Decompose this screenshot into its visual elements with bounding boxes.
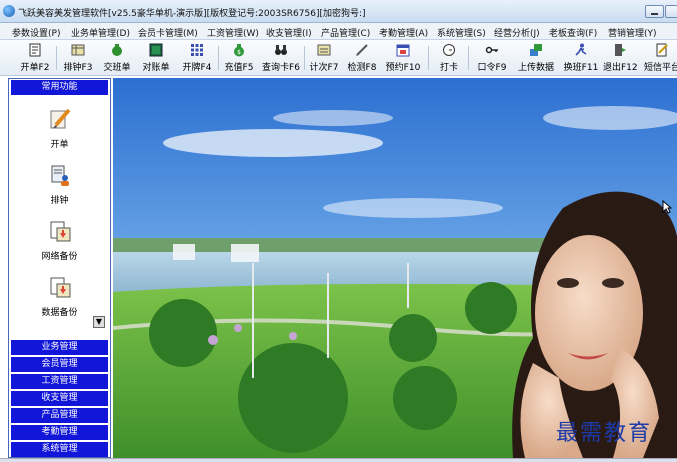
watermark-text: 最需教育 xyxy=(556,421,653,446)
count-icon xyxy=(317,44,331,56)
shift-report-button[interactable]: 交班单 xyxy=(102,42,132,74)
tool-label: 开牌F4 xyxy=(182,63,212,73)
calendar-icon xyxy=(396,44,410,57)
app-icon xyxy=(3,5,15,17)
menu-item-marketing[interactable]: 营销管理(Y) xyxy=(608,26,657,39)
statement-icon xyxy=(149,43,163,57)
menu-item-boss-query[interactable]: 老板查询(F) xyxy=(549,26,597,39)
run-icon xyxy=(575,43,587,56)
schedule-icon xyxy=(71,44,85,56)
menu-item-analysis[interactable]: 经营分析(J) xyxy=(494,26,540,39)
menu-item-business-orders[interactable]: 业务单管理(D) xyxy=(71,26,130,39)
pen-icon xyxy=(356,44,368,56)
toolbar-separator xyxy=(304,46,305,70)
sidebar-item-network-backup[interactable]: 网络备份 xyxy=(11,219,108,271)
tool-label: 计次F7 xyxy=(309,63,339,73)
upload-data-button[interactable]: 上传数据 xyxy=(516,42,556,74)
key-icon xyxy=(485,46,498,54)
statement-button[interactable]: 对账单 xyxy=(141,42,171,74)
open-bill-button[interactable]: 开单F2 xyxy=(18,42,52,74)
sms-icon xyxy=(656,43,668,57)
sidebar-item-open-bill[interactable]: 开单 xyxy=(11,107,108,159)
sidebar-header: 常用功能 xyxy=(11,80,108,95)
tool-label: 上传数据 xyxy=(517,63,554,73)
tool-label: 口令F9 xyxy=(477,63,507,73)
sidebar: 常用功能 开单 排钟 网络备份 数据备份 ▼ 业务管理 会员管理 工资管理 收支… xyxy=(8,78,111,458)
query-card-button[interactable]: 查询卡F6 xyxy=(262,42,300,74)
change-shift-button[interactable]: 换班F11 xyxy=(563,42,599,74)
toolbar-separator xyxy=(56,46,57,70)
open-bill-icon xyxy=(29,43,41,57)
menu-item-member-cards[interactable]: 会员卡管理(M) xyxy=(138,26,198,39)
title-bar: 飞跃美容美发管理软件[v25.5豪华单机-演示版][版权登记号:2003SR67… xyxy=(0,0,677,23)
menu-item-income-expense[interactable]: 收支管理(I) xyxy=(266,26,312,39)
shift-report-icon xyxy=(112,44,122,56)
scroll-down-button[interactable]: ▼ xyxy=(93,316,105,328)
menu-item-attendance[interactable]: 考勤管理(A) xyxy=(379,26,428,39)
minimize-button[interactable] xyxy=(645,5,664,18)
menu-item-salary[interactable]: 工资管理(W) xyxy=(207,26,259,39)
sidebar-item-label: 开单 xyxy=(50,140,69,150)
tool-label: 短信平台 xyxy=(643,63,677,73)
card-grid-icon xyxy=(191,44,203,56)
menu-item-parameters[interactable]: 参数设置(P) xyxy=(12,26,60,39)
binoculars-icon xyxy=(275,45,287,55)
menu-item-products[interactable]: 产品管理(C) xyxy=(321,26,370,39)
sidebar-category-income-expense[interactable]: 收支管理 xyxy=(11,391,108,406)
recharge-button[interactable]: $ 充值F5 xyxy=(224,42,254,74)
exit-button[interactable]: 退出F12 xyxy=(603,42,638,74)
toolbar-separator xyxy=(428,46,429,70)
sidebar-item-label: 网络备份 xyxy=(41,252,78,262)
data-backup-icon xyxy=(50,277,70,298)
svg-text:$: $ xyxy=(237,49,241,56)
tool-label: 查询卡F6 xyxy=(262,63,300,73)
maximize-button[interactable] xyxy=(665,5,677,18)
toolbar: 开单F2 排钟F3 交班单 对账单 开牌F4 $ 充值F5 查询卡F6 计次F7… xyxy=(0,40,677,76)
tool-label: 预约F10 xyxy=(385,63,421,73)
money-bag-icon: $ xyxy=(234,44,244,57)
edit-pencil-icon xyxy=(50,108,71,129)
tool-label: 退出F12 xyxy=(603,63,638,73)
schedule-button[interactable]: 排钟F3 xyxy=(62,42,94,74)
schedule-person-icon xyxy=(51,165,69,186)
status-bar xyxy=(0,458,677,462)
tool-label: 排钟F3 xyxy=(63,63,93,73)
sidebar-category-system[interactable]: 系统管理 xyxy=(11,442,108,457)
tool-label: 充值F5 xyxy=(224,63,254,73)
password-button[interactable]: 口令F9 xyxy=(476,42,508,74)
tool-label: 开单F2 xyxy=(20,63,50,73)
tool-label: 对账单 xyxy=(142,63,170,73)
count-button[interactable]: 计次F7 xyxy=(309,42,339,74)
sidebar-item-label: 排钟 xyxy=(50,196,69,206)
network-backup-icon xyxy=(50,221,70,242)
sidebar-category-salary[interactable]: 工资管理 xyxy=(11,374,108,389)
tool-label: 检测F8 xyxy=(347,63,377,73)
clock-icon xyxy=(443,44,455,56)
reservation-button[interactable]: 预约F10 xyxy=(384,42,422,74)
sidebar-item-schedule[interactable]: 排钟 xyxy=(11,163,108,215)
detect-button[interactable]: 检测F8 xyxy=(347,42,377,74)
mouse-cursor-icon xyxy=(662,200,672,214)
background-scene xyxy=(113,78,677,458)
menu-item-system[interactable]: 系统管理(S) xyxy=(437,26,486,39)
card-grid-button[interactable]: 开牌F4 xyxy=(180,42,214,74)
clock-in-button[interactable]: 打卡 xyxy=(436,42,462,74)
sidebar-category-attendance[interactable]: 考勤管理 xyxy=(11,425,108,440)
tool-label: 交班单 xyxy=(103,63,131,73)
window-title: 飞跃美容美发管理软件[v25.5豪华单机-演示版][版权登记号:2003SR67… xyxy=(18,9,366,19)
upload-icon xyxy=(530,44,542,56)
sidebar-category-business[interactable]: 业务管理 xyxy=(11,340,108,355)
toolbar-separator xyxy=(468,46,469,70)
tool-label: 换班F11 xyxy=(563,63,599,73)
menu-bar: 参数设置(P) 业务单管理(D) 会员卡管理(M) 工资管理(W) 收支管理(I… xyxy=(0,23,677,40)
exit-icon xyxy=(615,44,626,56)
tool-label: 打卡 xyxy=(439,63,458,73)
sidebar-category-products[interactable]: 产品管理 xyxy=(11,408,108,423)
toolbar-separator xyxy=(218,46,219,70)
sidebar-category-members[interactable]: 会员管理 xyxy=(11,357,108,372)
sms-platform-button[interactable]: 短信平台 xyxy=(642,42,677,74)
